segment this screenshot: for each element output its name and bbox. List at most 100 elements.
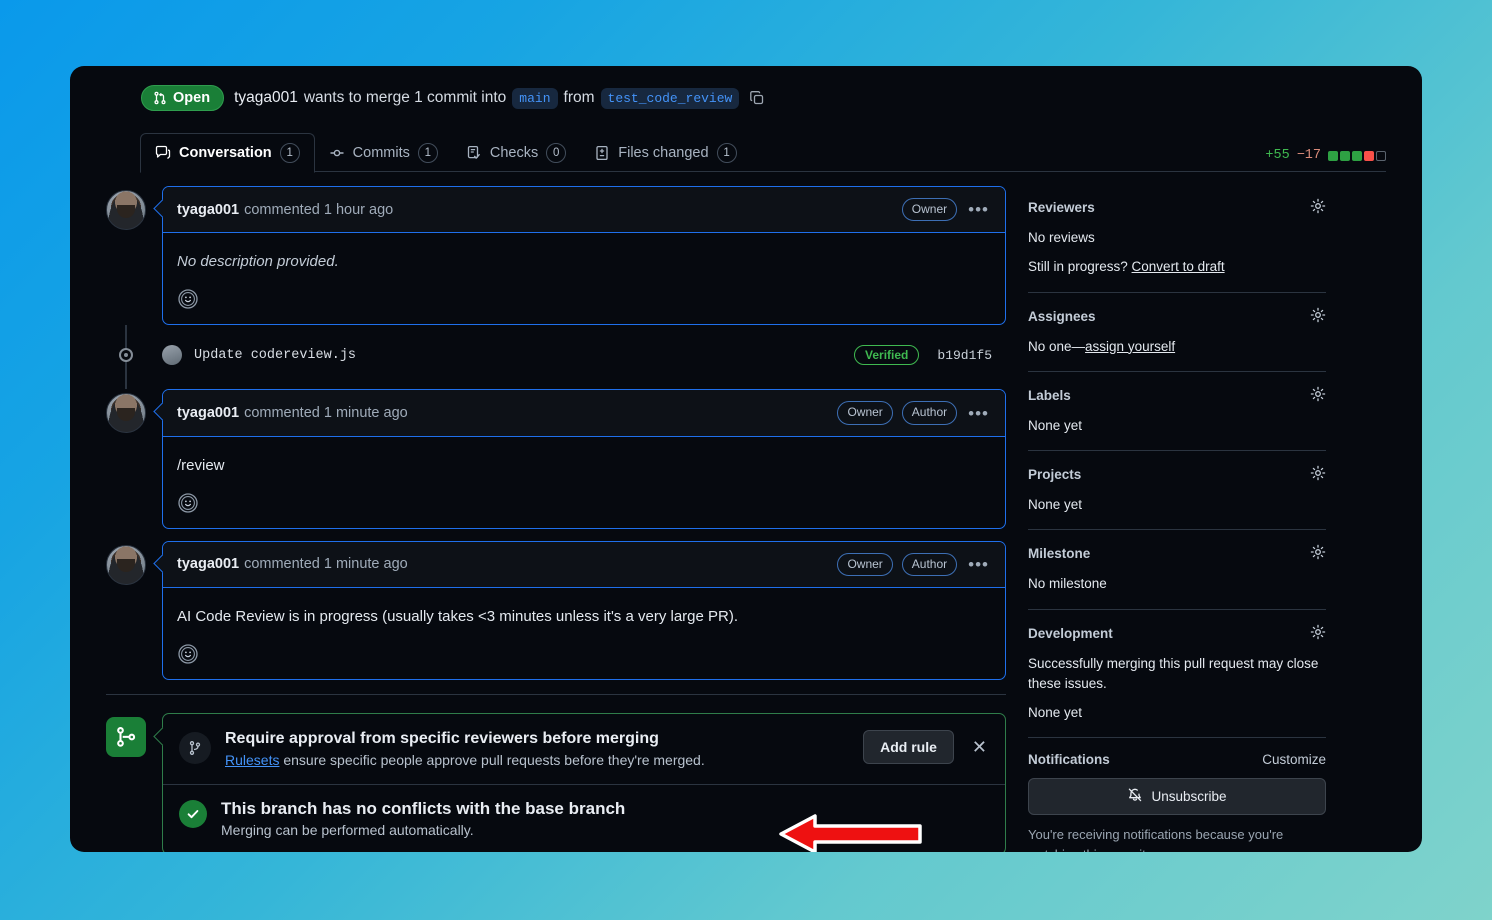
customize-link[interactable]: Customize bbox=[1262, 752, 1326, 767]
assignees-value: No one—assign yourself bbox=[1028, 337, 1326, 357]
ruleset-title: Require approval from specific reviewers… bbox=[225, 730, 659, 748]
merge-status-title: This branch has no conflicts with the ba… bbox=[221, 799, 626, 819]
comment-author[interactable]: tyaga001 bbox=[177, 405, 239, 421]
comment-header: tyaga001 commented 1 minute ago Owner Au… bbox=[163, 541, 1005, 589]
role-badge-author: Author bbox=[901, 401, 958, 425]
add-rule-button[interactable]: Add rule bbox=[863, 730, 954, 765]
gear-icon[interactable] bbox=[1310, 386, 1326, 405]
tab-checks[interactable]: Checks 0 bbox=[452, 134, 580, 172]
merge-status-row: This branch has no conflicts with the ba… bbox=[163, 785, 1005, 852]
projects-title: Projects bbox=[1028, 467, 1082, 482]
bell-slash-icon bbox=[1127, 787, 1143, 806]
gear-icon[interactable] bbox=[1310, 198, 1326, 217]
head-branch-pill[interactable]: test_code_review bbox=[600, 87, 740, 109]
labels-value: None yet bbox=[1028, 417, 1083, 433]
reviewers-value: No reviews bbox=[1028, 230, 1095, 245]
smiley-icon[interactable] bbox=[177, 492, 199, 514]
commit-message[interactable]: Update codereview.js bbox=[194, 348, 356, 363]
comment-menu-button[interactable]: ••• bbox=[966, 405, 991, 422]
comment-text: No description provided. bbox=[177, 253, 339, 271]
convert-to-draft-row: Still in progress? Convert to draft bbox=[1028, 257, 1326, 277]
tab-files-changed[interactable]: Files changed 1 bbox=[580, 134, 750, 172]
comment-text: AI Code Review is in progress (usually t… bbox=[177, 608, 739, 626]
assign-yourself-link[interactable]: assign yourself bbox=[1085, 339, 1175, 354]
tab-conversation-label: Conversation bbox=[179, 145, 272, 161]
comment-icon bbox=[155, 145, 171, 159]
check-icon bbox=[179, 800, 207, 829]
pr-from-text: from bbox=[563, 89, 595, 106]
pr-body: tyaga001 commented 1 hour ago Owner ••• … bbox=[70, 172, 1422, 852]
smiley-icon[interactable] bbox=[177, 643, 199, 665]
unsubscribe-button[interactable]: Unsubscribe bbox=[1028, 778, 1326, 816]
projects-value: None yet bbox=[1028, 497, 1083, 512]
base-branch-pill[interactable]: main bbox=[512, 87, 558, 109]
verified-badge[interactable]: Verified bbox=[854, 345, 920, 366]
sidebar-divider bbox=[1028, 450, 1326, 451]
gear-icon[interactable] bbox=[1310, 624, 1326, 643]
sidebar-divider bbox=[1028, 291, 1326, 293]
ruleset-description: Rulesets ensure specific people approve … bbox=[225, 752, 705, 768]
pull-request-icon bbox=[154, 91, 166, 105]
pr-state-label: Open bbox=[173, 89, 211, 106]
comment-header: tyaga001 commented 1 minute ago Owner Au… bbox=[163, 390, 1005, 437]
gear-icon[interactable] bbox=[1310, 544, 1326, 563]
pr-tabs: Conversation 1 Commits 1 Checks 0 Files … bbox=[70, 126, 1422, 173]
comment-box: tyaga001 commented 1 minute ago Owner Au… bbox=[162, 389, 1006, 529]
sidebar-divider bbox=[1028, 608, 1326, 610]
role-badge-owner: Owner bbox=[837, 552, 893, 577]
comment-meta: commented 1 minute ago bbox=[244, 556, 408, 573]
diffstat-additions: +55 bbox=[1265, 148, 1290, 163]
milestone-value: No milestone bbox=[1028, 576, 1107, 592]
convert-to-draft-link[interactable]: Convert to draft bbox=[1132, 259, 1225, 274]
timeline-commit: Update codereview.js Verified b19d1f5 bbox=[106, 325, 1006, 390]
comment-meta: commented 1 minute ago bbox=[244, 405, 408, 422]
tab-commits-count: 1 bbox=[417, 143, 438, 163]
close-icon[interactable]: ✕ bbox=[968, 736, 991, 758]
comment-header: tyaga001 commented 1 hour ago Owner ••• bbox=[163, 187, 1005, 234]
pr-header: Open tyaga001 wants to merge 1 commit in… bbox=[70, 66, 1422, 114]
sidebar-divider bbox=[1028, 370, 1326, 372]
gear-icon[interactable] bbox=[1310, 465, 1326, 484]
tab-checks-label: Checks bbox=[489, 145, 539, 161]
commit-author-avatar[interactable] bbox=[162, 345, 182, 366]
avatar[interactable] bbox=[106, 190, 146, 230]
merge-section: Require approval from specific reviewers… bbox=[106, 713, 1006, 852]
pr-action-text: wants to merge 1 commit into bbox=[303, 89, 507, 106]
tab-conversation[interactable]: Conversation 1 bbox=[140, 133, 315, 173]
notifications-title: Notifications bbox=[1028, 752, 1110, 768]
sidebar-section-notifications: Notifications Customize Unsubscribe You'… bbox=[1028, 752, 1326, 852]
sidebar-section-projects: Projects None yet bbox=[1028, 465, 1326, 529]
comment-menu-button[interactable]: ••• bbox=[966, 201, 991, 218]
timeline-comment: tyaga001 commented 1 hour ago Owner ••• … bbox=[106, 186, 1006, 326]
comment-menu-button[interactable]: ••• bbox=[966, 556, 991, 573]
file-diff-icon bbox=[596, 145, 608, 161]
labels-title: Labels bbox=[1028, 387, 1071, 403]
comment-box: tyaga001 commented 1 hour ago Owner ••• … bbox=[162, 186, 1006, 326]
rulesets-link[interactable]: Rulesets bbox=[225, 752, 279, 768]
avatar[interactable] bbox=[106, 393, 146, 434]
comment-text: /review bbox=[177, 456, 225, 474]
avatar[interactable] bbox=[106, 544, 146, 585]
timeline-comment: tyaga001 commented 1 minute ago Owner Au… bbox=[106, 540, 1006, 681]
copy-icon[interactable] bbox=[749, 90, 765, 106]
pr-author-link[interactable]: tyaga001 bbox=[234, 89, 298, 107]
tab-commits[interactable]: Commits 1 bbox=[315, 134, 452, 172]
comment-author[interactable]: tyaga001 bbox=[177, 202, 239, 218]
section-divider bbox=[106, 694, 1006, 696]
git-branch-icon bbox=[179, 732, 211, 765]
diffstat-deletions: −17 bbox=[1296, 148, 1321, 163]
role-badge-owner: Owner bbox=[837, 401, 893, 425]
comment-author[interactable]: tyaga001 bbox=[177, 556, 239, 572]
merge-status-subtitle: Merging can be performed automatically. bbox=[221, 822, 474, 839]
smiley-icon[interactable] bbox=[177, 288, 199, 310]
milestone-title: Milestone bbox=[1028, 546, 1091, 562]
commit-sha[interactable]: b19d1f5 bbox=[937, 348, 992, 363]
sidebar-section-labels: Labels None yet bbox=[1028, 386, 1326, 450]
development-description: Successfully merging this pull request m… bbox=[1028, 655, 1319, 691]
pull-request-window: Open tyaga001 wants to merge 1 commit in… bbox=[70, 66, 1422, 852]
ruleset-description-rest: ensure specific people approve pull requ… bbox=[279, 752, 705, 769]
sidebar-section-milestone: Milestone No milestone bbox=[1028, 544, 1326, 608]
still-in-progress-label: Still in progress? bbox=[1028, 259, 1132, 275]
sidebar-section-development: Development Successfully merging this pu… bbox=[1028, 624, 1326, 738]
gear-icon[interactable] bbox=[1310, 307, 1326, 326]
